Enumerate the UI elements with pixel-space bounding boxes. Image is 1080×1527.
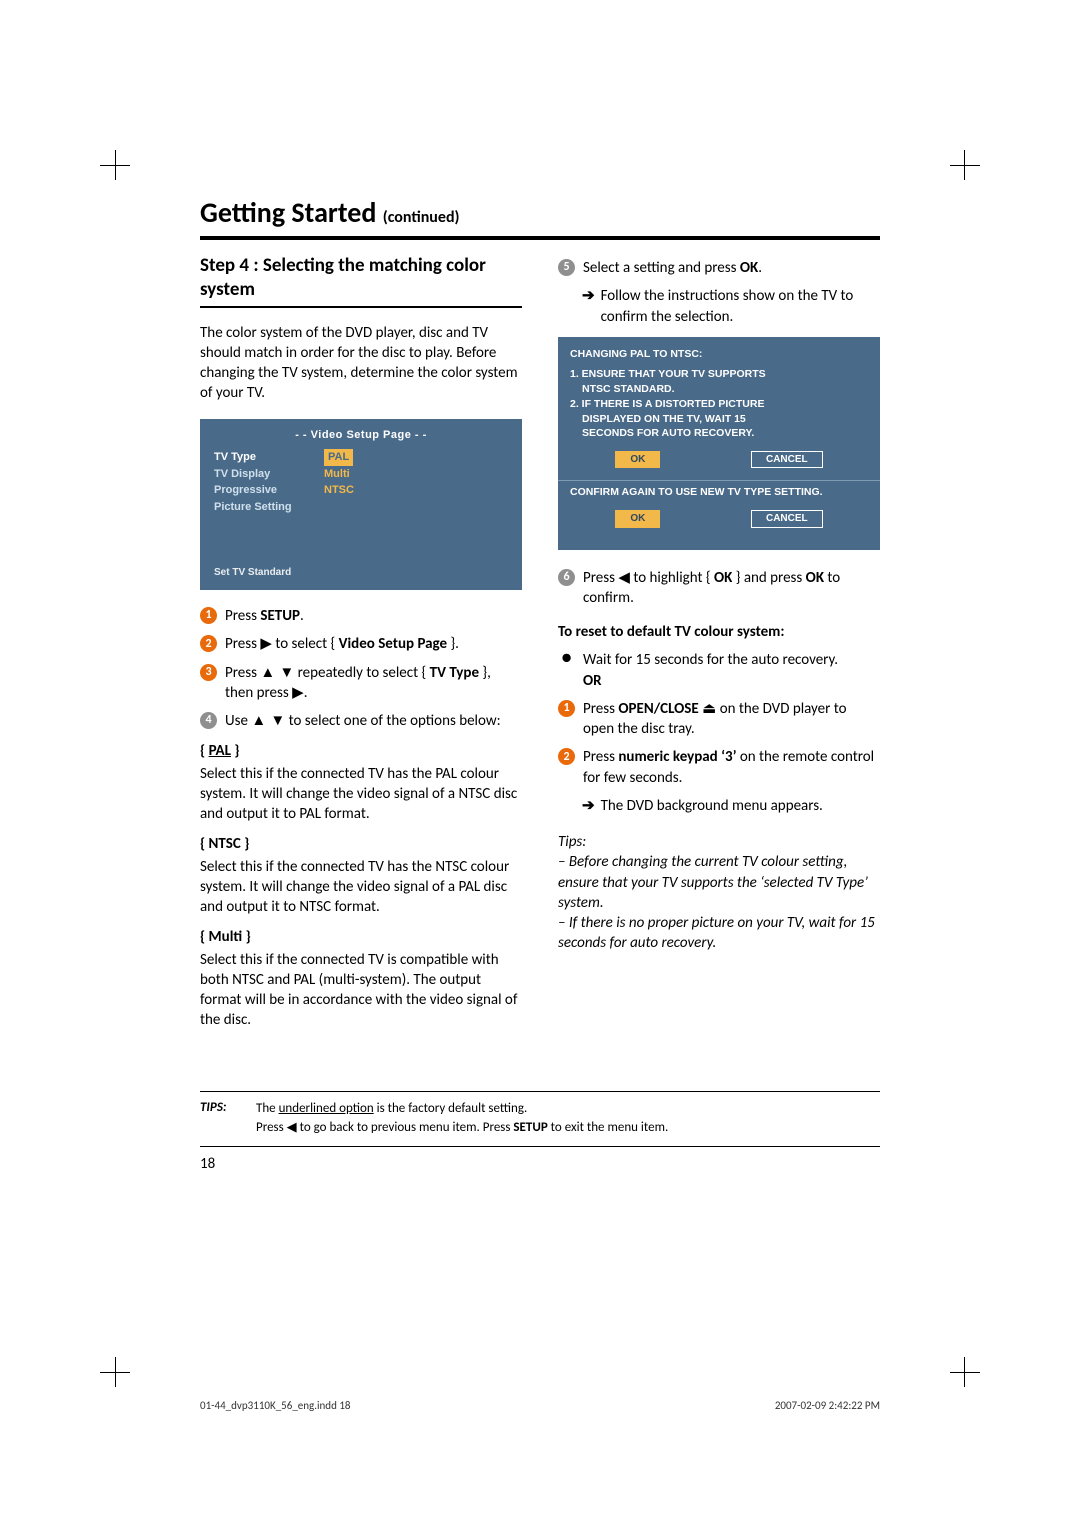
osd-row-picture: Picture Setting bbox=[214, 499, 508, 516]
reset-sub: ➔ The DVD background menu appears. bbox=[582, 796, 880, 816]
step-badge: 3 bbox=[200, 664, 217, 681]
ok-button[interactable]: OK bbox=[615, 510, 660, 528]
step-3: 3 Press ▲ ▼ repeatedly to select { TV Ty… bbox=[200, 663, 522, 704]
title-continued: (continued) bbox=[383, 208, 460, 227]
tips-line2: – If there is no proper picture on your … bbox=[558, 913, 880, 954]
intro-paragraph: The color system of the DVD player, disc… bbox=[200, 323, 522, 404]
page-title: Getting Started (continued) bbox=[200, 195, 880, 230]
step-4: 4 Use ▲ ▼ to select one of the options b… bbox=[200, 711, 522, 731]
tips-line1: – Before changing the current TV colour … bbox=[558, 852, 880, 913]
right-column: 5 Select a setting and press OK. ➔ Follo… bbox=[558, 254, 880, 1031]
step-badge: 6 bbox=[558, 569, 575, 586]
option-ntsc-head: { NTSC } bbox=[200, 834, 522, 854]
step-badge: 5 bbox=[558, 259, 575, 276]
reset-wait-text: Wait for 15 seconds for the auto recover… bbox=[583, 650, 838, 691]
tips-label: TIPS: bbox=[200, 1100, 256, 1139]
arrow-icon: ➔ bbox=[582, 796, 595, 816]
reset-heading: To reset to default TV colour system: bbox=[558, 622, 880, 642]
step-2: 2 Press ▶ to select { Video Setup Page }… bbox=[200, 634, 522, 654]
osd-footer: Set TV Standard bbox=[214, 565, 508, 580]
page-content: Getting Started (continued) Step 4 : Sel… bbox=[200, 195, 880, 1173]
step-text: Press ◀ to highlight { OK } and press OK… bbox=[583, 568, 880, 609]
step-text: Press OPEN/CLOSE ⏏ on the DVD player to … bbox=[583, 699, 880, 740]
osd-screenshot: - - Video Setup Page - - TV Type PAL TV … bbox=[200, 419, 522, 591]
reset-step-1: 1 Press OPEN/CLOSE ⏏ on the DVD player t… bbox=[558, 699, 880, 740]
dialog-confirm-msg: CONFIRM AGAIN TO USE NEW TV TYPE SETTING… bbox=[570, 485, 868, 500]
step-6: 6 Press ◀ to highlight { OK } and press … bbox=[558, 568, 880, 609]
reset-wait: ● Wait for 15 seconds for the auto recov… bbox=[558, 650, 880, 691]
title-rule bbox=[200, 236, 880, 240]
page-number: 18 bbox=[200, 1155, 880, 1173]
osd-key: Progressive bbox=[214, 482, 324, 499]
reset-step-2: 2 Press numeric keypad ‘3’ on the remote… bbox=[558, 747, 880, 788]
osd-row-tv-display: TV Display Multi bbox=[214, 466, 508, 483]
cancel-button[interactable]: CANCEL bbox=[751, 451, 823, 469]
dialog-divider bbox=[558, 480, 880, 481]
osd-key: TV Display bbox=[214, 466, 324, 483]
dialog-msg: CHANGING PAL TO NTSC: 1. ENSURE THAT YOU… bbox=[570, 347, 868, 441]
step-badge: 1 bbox=[558, 700, 575, 717]
osd-row-progressive: Progressive NTSC bbox=[214, 482, 508, 499]
crop-mark bbox=[950, 1357, 980, 1387]
dialog-buttons-2: OK CANCEL bbox=[570, 510, 868, 528]
bullet-icon: ● bbox=[558, 650, 575, 691]
option-ntsc-body: Select this if the connected TV has the … bbox=[200, 857, 522, 918]
arrow-icon: ➔ bbox=[582, 286, 595, 327]
step-5: 5 Select a setting and press OK. bbox=[558, 258, 880, 278]
osd-key: Picture Setting bbox=[214, 499, 324, 516]
cancel-button[interactable]: CANCEL bbox=[751, 510, 823, 528]
step-badge: 1 bbox=[200, 607, 217, 624]
dialog-buttons: OK CANCEL bbox=[570, 451, 868, 469]
tips-head: Tips: bbox=[558, 832, 880, 852]
option-multi-head: { Multi } bbox=[200, 927, 522, 947]
option-pal-body: Select this if the connected TV has the … bbox=[200, 764, 522, 825]
meta-timestamp: 2007-02-09 2:42:22 PM bbox=[775, 1399, 880, 1412]
ok-button[interactable]: OK bbox=[615, 451, 660, 469]
confirm-dialog: CHANGING PAL TO NTSC: 1. ENSURE THAT YOU… bbox=[558, 337, 880, 550]
osd-val: NTSC bbox=[324, 482, 354, 499]
step-text: Use ▲ ▼ to select one of the options bel… bbox=[225, 711, 522, 731]
step-text: Press ▲ ▼ repeatedly to select { TV Type… bbox=[225, 663, 522, 704]
step-1: 1 Press SETUP. bbox=[200, 606, 522, 626]
print-meta: 01-44_dvp3110K_56_eng.indd 18 2007-02-09… bbox=[200, 1399, 880, 1412]
step-text: Select a setting and press OK. bbox=[583, 258, 880, 278]
osd-key: TV Type bbox=[214, 449, 324, 466]
step-text: Press numeric keypad ‘3’ on the remote c… bbox=[583, 747, 880, 788]
osd-val: PAL bbox=[324, 449, 353, 466]
step-heading: Step 4 : Selecting the matching color sy… bbox=[200, 254, 522, 302]
step-badge: 2 bbox=[558, 748, 575, 765]
step-badge: 4 bbox=[200, 712, 217, 729]
heading-rule bbox=[200, 306, 522, 308]
left-column: Step 4 : Selecting the matching color sy… bbox=[200, 254, 522, 1031]
step-5-sub: ➔ Follow the instructions show on the TV… bbox=[582, 286, 880, 327]
tips-footer-box: TIPS: The underlined option is the facto… bbox=[200, 1091, 880, 1148]
osd-val: Multi bbox=[324, 466, 350, 483]
osd-title: - - Video Setup Page - - bbox=[214, 427, 508, 444]
title-text: Getting Started bbox=[200, 195, 376, 230]
crop-mark bbox=[950, 150, 980, 180]
osd-row-tv-type: TV Type PAL bbox=[214, 449, 508, 466]
option-pal-head: { { PAL }PAL } bbox=[200, 741, 522, 761]
step-text: Press ▶ to select { Video Setup Page }. bbox=[225, 634, 522, 654]
tips-inline: Tips: – Before changing the current TV c… bbox=[558, 832, 880, 954]
crop-mark bbox=[100, 150, 130, 180]
option-multi-body: Select this if the connected TV is compa… bbox=[200, 950, 522, 1031]
meta-file: 01-44_dvp3110K_56_eng.indd 18 bbox=[200, 1399, 351, 1412]
crop-mark bbox=[100, 1357, 130, 1387]
tips-body: The underlined option is the factory def… bbox=[256, 1100, 880, 1139]
step-badge: 2 bbox=[200, 635, 217, 652]
step-text: Press SETUP. bbox=[225, 606, 522, 626]
